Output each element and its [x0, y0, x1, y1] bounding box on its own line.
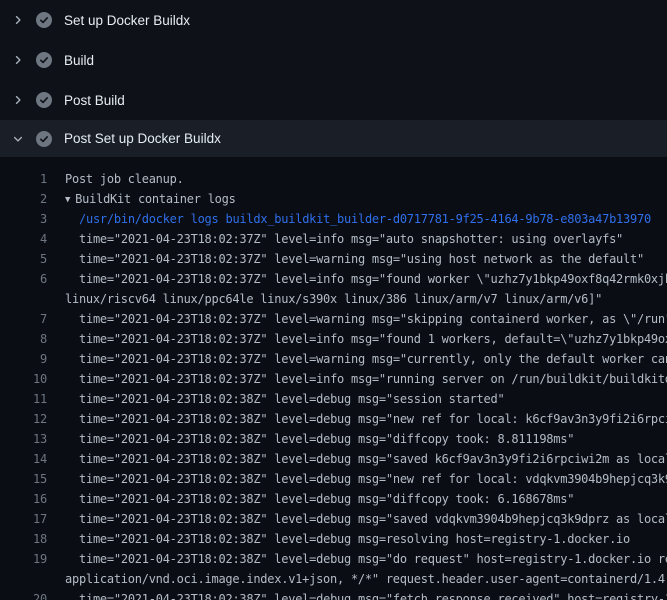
line-number[interactable]: 13	[0, 429, 47, 449]
line-number[interactable]: 18	[0, 529, 47, 549]
log-line-text: time="2021-04-23T18:02:38Z" level=debug …	[79, 529, 630, 549]
step-title: Build	[64, 53, 94, 68]
line-number[interactable]: 2	[0, 189, 47, 209]
log-line: 14 time="2021-04-23T18:02:38Z" level=deb…	[0, 449, 667, 469]
log-line: 11 time="2021-04-23T18:02:38Z" level=deb…	[0, 389, 667, 409]
log-line: 18 time="2021-04-23T18:02:38Z" level=deb…	[0, 529, 667, 549]
collapse-triangle-icon[interactable]: ▼	[65, 190, 70, 209]
log-line-text: /usr/bin/docker logs buildx_buildkit_bui…	[79, 209, 651, 229]
log-line-text: time="2021-04-23T18:02:38Z" level=debug …	[79, 469, 667, 489]
step-row[interactable]: Post Build	[0, 80, 667, 120]
log-line-text: time="2021-04-23T18:02:37Z" level=info m…	[79, 329, 667, 349]
log-line-text: time="2021-04-23T18:02:38Z" level=debug …	[79, 549, 667, 569]
line-number[interactable]: 5	[0, 249, 47, 269]
check-circle-icon	[36, 12, 52, 28]
log-line-text: time="2021-04-23T18:02:37Z" level=warnin…	[79, 309, 667, 329]
log-line-text: time="2021-04-23T18:02:37Z" level=info m…	[79, 269, 667, 289]
chevron-right-icon	[12, 14, 24, 26]
line-number[interactable]: 15	[0, 469, 47, 489]
log-line-text: time="2021-04-23T18:02:38Z" level=debug …	[79, 589, 667, 600]
log-line-text: linux/riscv64 linux/ppc64le linux/s390x …	[65, 289, 602, 309]
line-number[interactable]: 10	[0, 369, 47, 389]
log-line: 15 time="2021-04-23T18:02:38Z" level=deb…	[0, 469, 667, 489]
step-row[interactable]: Post Set up Docker Buildx	[0, 120, 667, 157]
line-number[interactable]: 8	[0, 329, 47, 349]
line-number[interactable]: 1	[0, 169, 47, 189]
log-line: application/vnd.oci.image.index.v1+json,…	[0, 569, 667, 589]
line-number[interactable]: 20	[0, 589, 47, 600]
step-row[interactable]: Set up Docker Buildx	[0, 0, 667, 40]
log-line: linux/riscv64 linux/ppc64le linux/s390x …	[0, 289, 667, 309]
log-line: 1 Post job cleanup.	[0, 169, 667, 189]
log-line-text: application/vnd.oci.image.index.v1+json,…	[65, 569, 665, 589]
line-number[interactable]: 6	[0, 269, 47, 289]
chevron-down-icon	[12, 133, 24, 145]
job-log-viewer: Set up Docker Buildx Build Post Build Po…	[0, 0, 667, 600]
line-number[interactable]: 17	[0, 509, 47, 529]
log-line: 12 time="2021-04-23T18:02:38Z" level=deb…	[0, 409, 667, 429]
log-line: 5 time="2021-04-23T18:02:37Z" level=warn…	[0, 249, 667, 269]
log-line: 17 time="2021-04-23T18:02:38Z" level=deb…	[0, 509, 667, 529]
log-line: 4 time="2021-04-23T18:02:37Z" level=info…	[0, 229, 667, 249]
log-line: 19 time="2021-04-23T18:02:38Z" level=deb…	[0, 549, 667, 569]
check-circle-icon	[36, 52, 52, 68]
check-circle-icon	[36, 92, 52, 108]
log-line: 7 time="2021-04-23T18:02:37Z" level=warn…	[0, 309, 667, 329]
log-line: 6 time="2021-04-23T18:02:37Z" level=info…	[0, 269, 667, 289]
line-number[interactable]	[0, 569, 47, 589]
log-line-text: time="2021-04-23T18:02:38Z" level=debug …	[79, 509, 667, 529]
check-circle-icon	[36, 131, 52, 147]
log-line-text: time="2021-04-23T18:02:37Z" level=info m…	[79, 229, 623, 249]
log-line: 9 time="2021-04-23T18:02:37Z" level=warn…	[0, 349, 667, 369]
log-line-text: time="2021-04-23T18:02:38Z" level=debug …	[79, 449, 667, 469]
steps-list: Set up Docker Buildx Build Post Build Po…	[0, 0, 667, 157]
line-number[interactable]	[0, 289, 47, 309]
log-line: 16 time="2021-04-23T18:02:38Z" level=deb…	[0, 489, 667, 509]
log-line-text: time="2021-04-23T18:02:38Z" level=debug …	[79, 389, 504, 409]
log-line[interactable]: 2 ▼BuildKit container logs	[0, 189, 667, 209]
line-number[interactable]: 4	[0, 229, 47, 249]
step-row[interactable]: Build	[0, 40, 667, 80]
log-line-text: ▼BuildKit container logs	[65, 189, 236, 209]
line-number[interactable]: 11	[0, 389, 47, 409]
log-line-text: Post job cleanup.	[65, 169, 184, 189]
log-line-text: time="2021-04-23T18:02:38Z" level=debug …	[79, 409, 667, 429]
step-title: Set up Docker Buildx	[64, 13, 190, 28]
log-line: 10 time="2021-04-23T18:02:37Z" level=inf…	[0, 369, 667, 389]
log-line: 20 time="2021-04-23T18:02:38Z" level=deb…	[0, 589, 667, 600]
log-line: 8 time="2021-04-23T18:02:37Z" level=info…	[0, 329, 667, 349]
line-number[interactable]: 7	[0, 309, 47, 329]
step-title: Post Build	[64, 93, 125, 108]
line-number[interactable]: 12	[0, 409, 47, 429]
chevron-right-icon	[12, 54, 24, 66]
line-number[interactable]: 14	[0, 449, 47, 469]
log-line-text: time="2021-04-23T18:02:38Z" level=debug …	[79, 489, 574, 509]
log-line-text: time="2021-04-23T18:02:38Z" level=debug …	[79, 429, 574, 449]
line-number[interactable]: 3	[0, 209, 47, 229]
log-area: 1 Post job cleanup. 2 ▼BuildKit containe…	[0, 157, 667, 600]
log-line: 13 time="2021-04-23T18:02:38Z" level=deb…	[0, 429, 667, 449]
step-title: Post Set up Docker Buildx	[64, 131, 221, 146]
line-number[interactable]: 9	[0, 349, 47, 369]
log-line: 3 /usr/bin/docker logs buildx_buildkit_b…	[0, 209, 667, 229]
log-line-text: time="2021-04-23T18:02:37Z" level=warnin…	[79, 349, 667, 369]
log-line-text: time="2021-04-23T18:02:37Z" level=warnin…	[79, 249, 644, 269]
line-number[interactable]: 19	[0, 549, 47, 569]
line-number[interactable]: 16	[0, 489, 47, 509]
log-line-text: time="2021-04-23T18:02:37Z" level=info m…	[79, 369, 667, 389]
chevron-right-icon	[12, 94, 24, 106]
